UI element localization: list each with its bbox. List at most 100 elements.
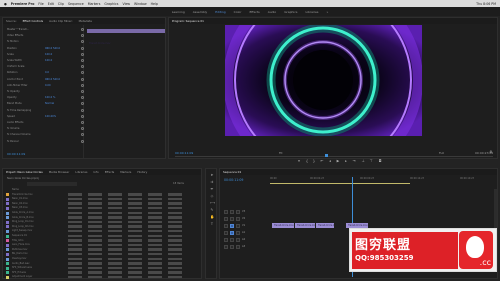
program-playhead[interactable]: [325, 154, 328, 157]
item-color-swatch[interactable]: [6, 234, 9, 238]
effect-property-row[interactable]: Scale 100.0: [7, 52, 84, 57]
workspace-graphics[interactable]: Graphics: [284, 10, 297, 14]
program-scrubber[interactable]: [175, 156, 493, 157]
workspace-learning[interactable]: Learning: [172, 10, 185, 14]
property-value[interactable]: 960.0 540.0: [45, 47, 60, 50]
track-header[interactable]: V2: [224, 216, 254, 221]
effect-property-row[interactable]: fx Channel Volume: [7, 133, 84, 137]
project-item[interactable]: Light_Sweep.mov: [6, 229, 198, 233]
effect-property-row[interactable]: fx Volume: [7, 127, 84, 131]
effect-property-row[interactable]: Anchor Point 960.0 540.0: [7, 77, 84, 82]
menu-graphics[interactable]: Graphics: [104, 2, 118, 6]
reset-icon[interactable]: [81, 139, 84, 143]
tab-audio-clip-mixer[interactable]: Audio Clip Mixer:: [49, 19, 73, 23]
work-area-bar[interactable]: [270, 183, 410, 184]
item-color-swatch[interactable]: [6, 211, 9, 215]
project-item[interactable]: Adjustment Layer: [6, 275, 198, 279]
project-item[interactable]: Particles.mov: [6, 248, 198, 252]
item-color-swatch[interactable]: [6, 193, 9, 197]
project-item[interactable]: Transit-Circle.mov: [6, 193, 198, 197]
reset-icon[interactable]: [81, 114, 84, 118]
track-toggle[interactable]: [224, 230, 228, 235]
step-forward-icon[interactable]: ▸: [344, 159, 348, 163]
menu-edit[interactable]: Edit: [48, 2, 54, 6]
pen-tool-icon[interactable]: ✎: [210, 208, 214, 212]
effect-property-row[interactable]: Video Effects: [7, 34, 84, 38]
effect-controls-clip[interactable]: Transit-Circle.mov: [87, 29, 165, 45]
menu-clip[interactable]: Clip: [58, 2, 64, 6]
menu-file[interactable]: File: [38, 2, 43, 6]
menu-sequence[interactable]: Sequence: [68, 2, 84, 6]
property-value[interactable]: 100.00%: [45, 115, 56, 118]
project-item[interactable]: Sequence 01: [6, 234, 198, 238]
track-header[interactable]: A3: [224, 244, 254, 249]
play-icon[interactable]: ▶: [336, 159, 340, 163]
reset-icon[interactable]: [81, 108, 84, 112]
track-header[interactable]: A1: [224, 230, 254, 235]
tab-libraries[interactable]: Libraries: [75, 170, 87, 174]
tab-sequence[interactable]: Sequence 01: [223, 170, 241, 174]
track-header[interactable]: V1: [224, 223, 254, 228]
track-toggle[interactable]: [236, 237, 240, 242]
hand-tool-icon[interactable]: ✋: [210, 215, 214, 219]
track-header[interactable]: A2: [224, 237, 254, 242]
project-item[interactable]: Glow_Circle_B.mov: [6, 216, 198, 220]
tab-metadata[interactable]: Metadata: [79, 19, 92, 23]
add-marker-icon[interactable]: ▾: [297, 159, 301, 163]
extract-icon[interactable]: ⊤: [369, 159, 373, 163]
track-toggle[interactable]: [236, 223, 240, 228]
column-header[interactable]: Name: [6, 188, 198, 192]
workspace-audio[interactable]: Audio: [268, 10, 277, 14]
effect-property-row[interactable]: Opacity 100.0 %: [7, 96, 84, 100]
project-item[interactable]: Neon_02.mov: [6, 202, 198, 206]
item-color-swatch[interactable]: [6, 225, 9, 229]
program-timecode[interactable]: 00:00:11:09: [175, 151, 193, 155]
settings-icon[interactable]: ⚙: [489, 150, 493, 154]
timeline-timecode[interactable]: 00:00:11:09: [224, 178, 243, 182]
reset-icon[interactable]: [81, 90, 84, 93]
tab-media-browser[interactable]: Media Browser: [49, 170, 70, 174]
selection-tool-icon[interactable]: ➤: [210, 173, 214, 177]
effect-property-row[interactable]: Rotation 0.0: [7, 71, 84, 75]
item-color-swatch[interactable]: [6, 202, 9, 206]
reset-icon[interactable]: [81, 77, 84, 81]
reset-icon[interactable]: [81, 59, 84, 62]
tab-info[interactable]: Info: [93, 170, 98, 174]
effect-property-row[interactable]: fx Panner: [7, 139, 84, 144]
timeline-clip[interactable]: Transit-Circle.mov: [316, 223, 334, 228]
go-to-in-icon[interactable]: ⇤: [320, 159, 324, 163]
effect-property-row[interactable]: Speed 100.00%: [7, 114, 84, 119]
tab-markers[interactable]: Markers: [120, 170, 131, 174]
timeline-clip[interactable]: Transit-Circle.mov: [295, 223, 315, 228]
track-toggle[interactable]: [224, 209, 228, 214]
workspace-effects[interactable]: Effects: [250, 10, 260, 14]
track-toggle[interactable]: [236, 216, 240, 221]
effect-property-row[interactable]: fx Motion: [7, 40, 84, 44]
item-color-swatch[interactable]: [6, 262, 9, 266]
export-frame-icon[interactable]: ◘: [378, 159, 382, 163]
track-toggle[interactable]: [230, 223, 234, 228]
effect-property-row[interactable]: Scale Width 100.0: [7, 59, 84, 63]
property-value[interactable]: Normal: [45, 102, 54, 105]
effect-property-row[interactable]: fx Opacity: [7, 90, 84, 94]
reset-icon[interactable]: [81, 28, 84, 31]
track-toggle[interactable]: [236, 244, 240, 249]
ripple-edit-icon[interactable]: ⇹: [210, 187, 214, 191]
track-toggle[interactable]: [230, 216, 234, 221]
track-toggle[interactable]: [230, 209, 234, 214]
project-item[interactable]: Overlay.mov: [6, 257, 198, 261]
item-color-swatch[interactable]: [6, 271, 9, 275]
video-frame[interactable]: [225, 25, 422, 136]
track-toggle[interactable]: [224, 237, 228, 242]
workspace-editing[interactable]: Editing: [215, 10, 225, 14]
project-item[interactable]: Lens_Flare.mov: [6, 243, 198, 247]
track-toggle[interactable]: [224, 244, 228, 249]
razor-tool-icon[interactable]: ◇: [210, 194, 214, 198]
app-menu[interactable]: Premiere Pro: [11, 2, 35, 6]
timeline-clip[interactable]: Transit-Circle.mov: [272, 223, 294, 228]
workspace-color[interactable]: Color: [234, 10, 242, 14]
track-toggle[interactable]: [230, 244, 234, 249]
project-search-input[interactable]: [27, 182, 77, 186]
item-color-swatch[interactable]: [6, 220, 9, 224]
workspace-overflow[interactable]: »: [326, 10, 328, 14]
